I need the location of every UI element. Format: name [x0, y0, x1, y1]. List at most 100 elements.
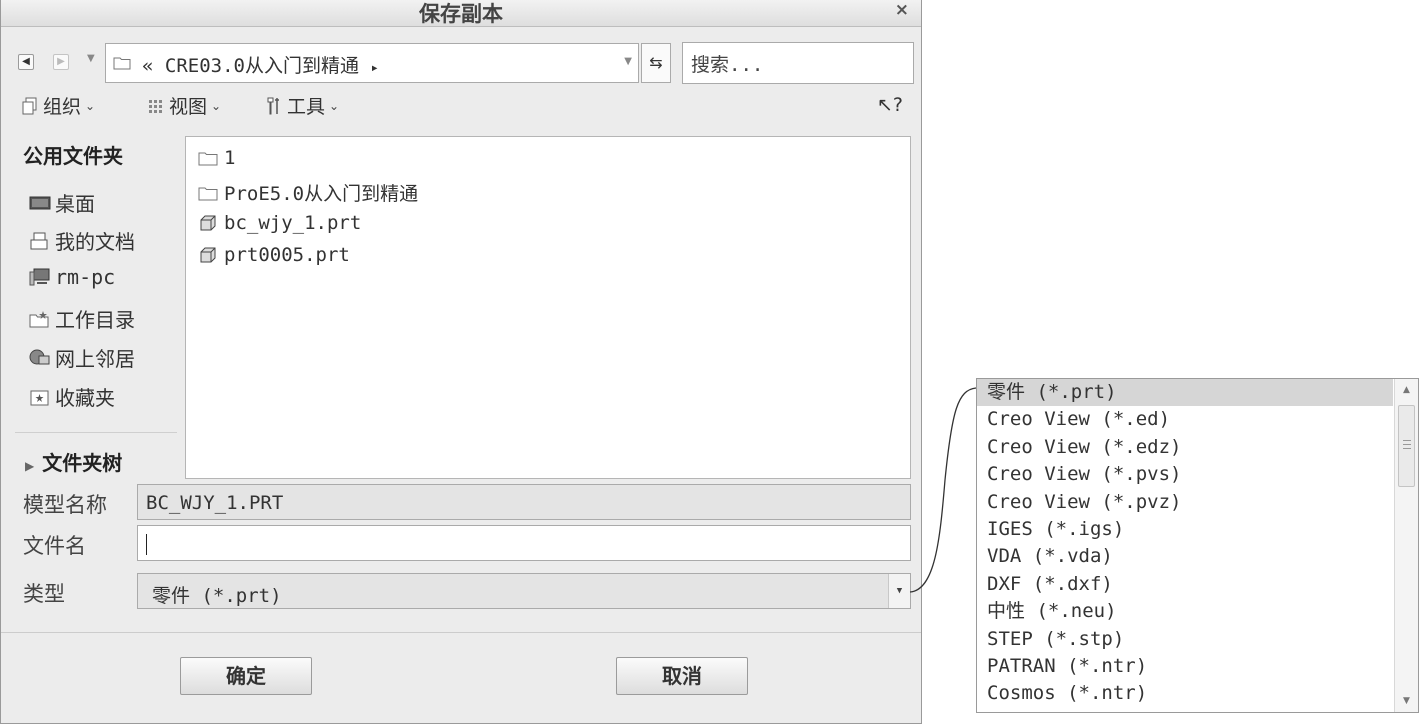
help-pointer-icon[interactable]: ↖?	[877, 94, 903, 116]
type-select[interactable]: 零件 (*.prt) ▼	[137, 573, 911, 609]
sidebar-item-label: rm-pc	[55, 265, 116, 289]
model-name-label: 模型名称	[23, 493, 107, 517]
file-type-option[interactable]: DXF (*.dxf)	[977, 571, 1393, 598]
folder-icon	[198, 152, 218, 166]
file-type-option[interactable]: STEP (*.stp)	[977, 626, 1393, 653]
refresh-icon: ⇆	[649, 53, 663, 72]
history-dropdown-icon[interactable]: ▼	[87, 53, 95, 64]
title-bar: 保存副本 ×	[1, 0, 921, 27]
close-icon[interactable]: ×	[895, 0, 909, 20]
file-list[interactable]: 1 ProE5.0从入门到精通 bc_wjy_1.prt prt0005.prt	[185, 136, 911, 479]
sidebar-item-documents[interactable]: 我的文档	[29, 226, 135, 255]
sidebar-item-label: 桌面	[55, 192, 95, 216]
chevron-down-icon[interactable]: ▼	[888, 574, 910, 608]
file-name: bc_wjy_1.prt	[224, 212, 362, 234]
computer-icon	[29, 268, 50, 286]
refresh-button[interactable]: ⇆	[641, 43, 671, 83]
documents-icon	[30, 232, 48, 249]
save-copy-dialog: 保存副本 × ◀ ▶ ▼ « CRE03.0从入门到精通 ▸ ▼ ⇆ 搜索...…	[0, 0, 922, 724]
sidebar-item-label: 网上邻居	[55, 347, 135, 371]
file-type-option[interactable]: IGES (*.igs)	[977, 516, 1393, 543]
organize-icon	[22, 97, 37, 114]
organize-menu[interactable]: 组织 ⌄	[21, 92, 95, 119]
file-type-list[interactable]: 零件 (*.prt) Creo View (*.ed) Creo View (*.e…	[976, 378, 1419, 713]
forward-button[interactable]: ▶	[53, 54, 69, 70]
ok-button[interactable]: 确定	[180, 657, 312, 695]
file-name-input[interactable]	[137, 525, 911, 561]
file-type-option[interactable]: VDA (*.vda)	[977, 543, 1393, 570]
file-type-option[interactable]: Creo View (*.edz)	[977, 434, 1393, 461]
address-bar[interactable]: « CRE03.0从入门到精通 ▸ ▼	[105, 43, 639, 83]
file-name-label: 文件名	[23, 534, 86, 558]
address-path[interactable]: « CRE03.0从入门到精通 ▸	[142, 51, 379, 78]
grip-line	[1403, 448, 1411, 449]
divider	[1, 632, 921, 633]
file-item-folder[interactable]: ProE5.0从入门到精通	[198, 179, 418, 206]
view-icon	[149, 99, 162, 113]
file-type-option[interactable]: 中性 (*.neu)	[977, 598, 1393, 625]
text-caret	[146, 534, 147, 555]
tools-label: 工具	[287, 96, 326, 118]
organize-label: 组织	[43, 96, 82, 118]
chevron-down-icon: ⌄	[85, 98, 96, 113]
scroll-up-icon[interactable]: ▲	[1395, 379, 1418, 401]
folder-tree-toggle[interactable]: ▶ 文件夹树	[25, 447, 122, 476]
favorites-pane: 公用文件夹 桌面 我的文档 rm-pc 工作目录 网上邻居 收藏夹 ▶ 文件夹树	[15, 136, 177, 479]
public-folders-heading: 公用文件夹	[23, 144, 123, 168]
model-name-field: BC_WJY_1.PRT	[137, 484, 911, 520]
scrollbar-thumb[interactable]	[1398, 405, 1415, 487]
file-type-option[interactable]: Creo View (*.ed)	[977, 406, 1393, 433]
file-type-option[interactable]: Creo View (*.pvz)	[977, 489, 1393, 516]
chevron-down-icon: ⌄	[329, 98, 340, 113]
scrollbar[interactable]: ▲ ▼	[1394, 379, 1418, 712]
chevron-down-icon: ⌄	[211, 98, 222, 113]
type-label: 类型	[23, 582, 65, 606]
file-type-option[interactable]: PATRAN (*.ntr)	[977, 653, 1393, 680]
sidebar-item-working-directory[interactable]: 工作目录	[29, 304, 135, 333]
grip-line	[1403, 440, 1411, 441]
file-type-option[interactable]: 零件 (*.prt)	[977, 379, 1393, 406]
type-select-value: 零件 (*.prt)	[152, 585, 282, 607]
file-item-part[interactable]: prt0005.prt	[198, 244, 350, 266]
folder-icon	[198, 187, 218, 200]
folder-icon	[113, 57, 131, 70]
back-button[interactable]: ◀	[18, 54, 34, 70]
address-segment[interactable]: CRE03.0从入门到精通	[165, 55, 359, 77]
file-type-option[interactable]: Cosmos (*.ntr)	[977, 680, 1393, 707]
view-label: 视图	[169, 96, 208, 118]
scroll-down-icon[interactable]: ▼	[1395, 690, 1418, 712]
divider	[15, 432, 177, 433]
address-dropdown-icon[interactable]: ▼	[624, 56, 632, 67]
tools-menu[interactable]: 工具 ⌄	[265, 92, 339, 119]
sidebar-item-label: 我的文档	[55, 230, 135, 254]
dialog-title: 保存副本	[419, 2, 503, 26]
file-item-folder[interactable]: 1	[198, 147, 235, 169]
address-arrow-icon[interactable]: ▸	[370, 60, 378, 76]
arrow-right-icon: ▶	[57, 56, 65, 67]
part-file-icon	[200, 247, 216, 263]
cancel-button[interactable]: 取消	[616, 657, 748, 695]
view-menu[interactable]: 视图 ⌄	[147, 92, 221, 119]
file-name: 1	[224, 147, 236, 169]
file-type-option[interactable]: Creo View (*.pvs)	[977, 461, 1393, 488]
search-input[interactable]: 搜索...	[682, 42, 914, 84]
favorites-icon	[30, 390, 49, 405]
sidebar-item-favorites[interactable]: 收藏夹	[29, 382, 115, 411]
file-name: prt0005.prt	[224, 244, 350, 266]
folder-tree-label: 文件夹树	[42, 451, 123, 475]
grip-line	[1403, 444, 1411, 445]
sidebar-item-label: 收藏夹	[55, 386, 115, 410]
working-directory-icon	[29, 310, 49, 327]
file-item-part[interactable]: bc_wjy_1.prt	[198, 212, 361, 234]
desktop-icon	[29, 196, 51, 209]
address-prefix: «	[142, 55, 154, 77]
sidebar-item-computer[interactable]: rm-pc	[29, 265, 115, 289]
sidebar-item-label: 工作目录	[55, 308, 135, 332]
part-file-icon	[200, 215, 216, 231]
sidebar-item-network[interactable]: 网上邻居	[29, 343, 135, 372]
arrow-left-icon: ◀	[22, 56, 30, 67]
network-icon	[29, 349, 50, 364]
tools-icon	[267, 97, 279, 114]
expand-triangle-icon: ▶	[25, 459, 35, 473]
sidebar-item-desktop[interactable]: 桌面	[29, 188, 95, 217]
